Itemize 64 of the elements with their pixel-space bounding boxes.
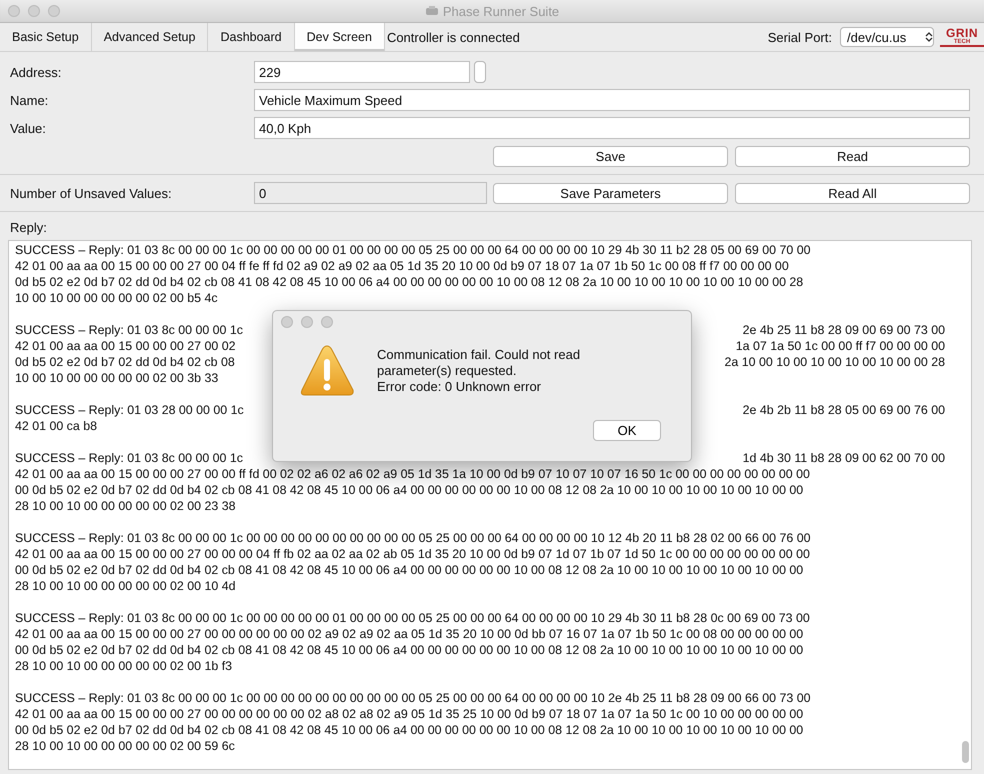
reply-line: 42 01 00 aa aa 00 15 00 00 00 27 00 00 00 00 00 00 02 a9 02 a9 02 aa 05 1d 35 20 10 00 0d bb 07 16 07 1a 07 1b 50 1c 00 08 00 00 00 00 00 bbox=[15, 626, 804, 642]
reply-line: 2e 4b 25 11 b8 28 09 00 69 00 73 00 bbox=[742, 322, 945, 338]
serial-port-label: Serial Port: bbox=[768, 30, 832, 44]
action-button[interactable]: Save bbox=[493, 146, 728, 166]
connection-status: Controller is connected bbox=[386, 30, 520, 44]
input-field[interactable]: 40,0 Kph bbox=[254, 117, 970, 139]
input-field[interactable]: 229 bbox=[254, 61, 470, 83]
reply-line: 00 0d b5 02 e2 0d b7 02 dd 0d b4 02 cb 08 41 08 42 08 45 10 00 06 a4 00 00 00 00 00 00 10 00 08 12 08 2a 10 00 10 00 10 00 10 00 10 00 00 bbox=[15, 642, 804, 658]
reply-line: SUCCESS – Reply: 01 03 8c 00 00 00 1c 00 00 00 00 00 00 00 00 00 00 05 25 00 00 00 64 00 00 00 00 10 12 4b 20 11 b8 28 02 00 66 00 76 00 bbox=[15, 530, 810, 546]
reply-line: SUCCESS – Reply: 01 03 8c 00 00 00 1c bbox=[15, 322, 243, 338]
window-minimize-button[interactable] bbox=[301, 316, 313, 328]
window-title: Phase Runner Suite bbox=[442, 4, 560, 18]
reply-line: SUCCESS – Reply: 01 03 8c 00 00 00 1c 00 00 00 00 00 01 00 00 00 00 05 25 00 00 00 64 00 00 00 00 10 29 4b 30 11 b8 28 0c 00 69 00 73 00 bbox=[15, 610, 810, 626]
reply-line: 2a 10 00 10 00 10 00 10 00 10 00 00 28 bbox=[724, 354, 945, 370]
scrollbar-thumb[interactable] bbox=[962, 741, 969, 763]
reply-line: 1a 07 1a 50 1c 00 00 ff f7 00 00 00 00 bbox=[736, 338, 945, 354]
tab[interactable]: Dev Screen bbox=[294, 23, 385, 51]
reply-line: 2e 4b 2b 11 b8 28 05 00 69 00 76 00 bbox=[742, 402, 945, 418]
reply-line: SUCCESS – Reply: 01 03 8c 00 00 00 1c 00 00 00 00 00 01 00 00 00 00 05 25 00 00 00 64 00 00 00 00 10 29 4b 30 11 b2 28 05 00 69 00 70 00 bbox=[15, 242, 810, 258]
dialog-message: Communication fail. Could not read parameter(s) requested. bbox=[377, 347, 582, 379]
reply-line: 00 0d b5 02 e2 0d b7 02 dd 0d b4 02 cb 08 41 08 42 08 45 10 00 06 a4 00 00 00 00 00 00 10 00 08 12 08 2a 10 00 10 00 10 00 10 00 10 00 00 bbox=[15, 562, 804, 578]
reply-line: 00 0d b5 02 e2 0d b7 02 dd 0d b4 02 cb 08 41 08 42 08 45 10 00 06 a4 00 00 00 00 00 00 10 00 08 12 08 2a 10 00 10 00 10 00 10 00 10 00 00 bbox=[15, 722, 804, 738]
field-label: Value: bbox=[10, 120, 47, 136]
reply-line: 42 01 00 aa aa 00 15 00 00 00 27 00 00 00 04 ff fb 02 aa 02 aa 02 ab 05 1d 35 20 10 00 0d b9 07 1d 07 1b 07 1d 50 1c 00 00 00 00 00 00 00 00 bbox=[15, 546, 810, 562]
window-close-button[interactable] bbox=[8, 5, 20, 17]
reply-line: 10 00 10 00 00 00 00 00 02 00 b5 4c bbox=[15, 290, 218, 306]
serial-port-select[interactable]: /dev/cu.us bbox=[840, 27, 934, 47]
window-zoom-button[interactable] bbox=[48, 5, 60, 17]
reply-line: SUCCESS – Reply: 01 03 8c 00 00 00 1c 00 00 00 00 00 00 00 00 00 00 05 25 00 00 00 64 00 00 00 00 10 2e 4b 25 11 b8 28 09 00 66 00 73 00 bbox=[15, 690, 810, 706]
action-button[interactable]: Save Parameters bbox=[493, 182, 728, 204]
reply-line: 42 01 00 aa aa 00 15 00 00 00 27 00 04 ff fe ff fd 02 a9 02 a9 02 aa 05 1d 35 20 10 00 0d b9 07 18 07 1a 07 1b 50 1c 00 08 ff f7 00 00 00 00 bbox=[15, 258, 789, 274]
window-minimize-button[interactable] bbox=[28, 5, 40, 17]
field-label: Number of Unsaved Values: bbox=[10, 186, 173, 200]
window-close-button[interactable] bbox=[281, 316, 293, 328]
dialog-error-code: Error code: 0 Unknown error bbox=[377, 379, 542, 395]
ok-button[interactable]: OK bbox=[593, 420, 661, 441]
tab[interactable]: Advanced Setup bbox=[92, 23, 208, 51]
input-field: 0 bbox=[254, 182, 487, 204]
reply-line: 0d b5 02 e2 0d b7 02 dd 0d b4 02 cb 08 bbox=[15, 354, 235, 370]
reply-line: 28 10 00 10 00 00 00 00 00 02 00 10 4d bbox=[15, 578, 236, 594]
reply-line: 42 01 00 aa aa 00 15 00 00 00 27 00 02 bbox=[15, 338, 236, 354]
reply-line: 28 10 00 10 00 00 00 00 00 02 00 59 6c bbox=[15, 738, 235, 754]
input-field[interactable]: Vehicle Maximum Speed bbox=[254, 89, 970, 111]
reply-line: SUCCESS – Reply: 01 03 8c 00 00 00 1c bbox=[15, 450, 243, 466]
field-label: Name: bbox=[10, 92, 50, 108]
reply-line: 28 10 00 10 00 00 00 00 00 02 00 1b f3 bbox=[15, 658, 232, 674]
window-zoom-button[interactable] bbox=[321, 316, 333, 328]
reply-line: 42 01 00 aa aa 00 15 00 00 00 27 00 00 ff fd 00 02 02 a6 02 a6 02 a9 05 1d 35 1a 10 00 0d b9 07 10 07 10 07 16 50 1c 00 00 00 00 00 00 00 00 bbox=[15, 466, 810, 482]
tab[interactable]: Basic Setup bbox=[0, 23, 92, 51]
reply-line: 1d 4b 30 11 b8 28 09 00 62 00 70 00 bbox=[742, 450, 945, 466]
reply-line: 00 0d b5 02 e2 0d b7 02 dd 0d b4 02 cb 08 41 08 42 08 45 10 00 06 a4 00 00 00 00 00 00 10 00 08 12 08 2a 10 00 10 00 10 00 10 00 10 00 00 bbox=[15, 482, 804, 498]
app-icon bbox=[424, 6, 439, 16]
stepper-control[interactable] bbox=[474, 61, 486, 83]
action-button[interactable]: Read All bbox=[735, 182, 970, 204]
reply-line: 42 01 00 ca b8 bbox=[15, 418, 97, 434]
reply-line: SUCCESS – Reply: 01 03 28 00 00 00 1c bbox=[15, 402, 244, 418]
action-button[interactable]: Read bbox=[735, 146, 970, 166]
field-label: Address: bbox=[10, 64, 62, 80]
reply-line: 0d b5 02 e2 0d b7 02 dd 0d b4 02 cb 08 41 08 42 08 45 10 00 06 a4 00 00 00 00 00 00 10 00 08 12 08 2a 10 00 10 00 10 00 10 00 10 00 00 28 bbox=[15, 274, 804, 290]
reply-label: Reply: bbox=[10, 220, 48, 235]
reply-line: 42 01 00 aa aa 00 15 00 00 00 27 00 00 00 00 00 00 02 a8 02 a8 02 a9 05 1d 35 25 10 00 0d b9 07 18 07 1a 07 1a 50 1c 00 10 00 00 00 00 00 bbox=[15, 706, 804, 722]
stepper-icon bbox=[925, 31, 933, 43]
reply-line: 10 00 10 00 00 00 00 00 02 00 3b 33 bbox=[15, 370, 218, 386]
reply-line: 28 10 00 10 00 00 00 00 00 02 00 23 38 bbox=[15, 498, 236, 514]
